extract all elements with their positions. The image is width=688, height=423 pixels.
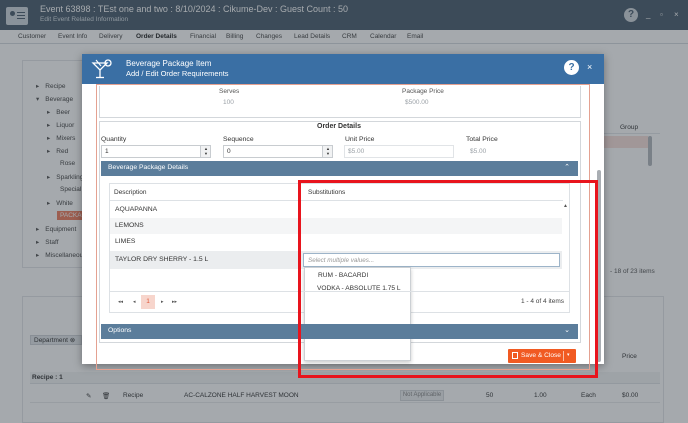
sequence-value[interactable]: 0: [227, 148, 231, 155]
col-description[interactable]: Description: [114, 189, 147, 196]
chevron-up-icon[interactable]: ⌃: [564, 163, 570, 171]
unit-price-label: Unit Price: [345, 136, 375, 143]
package-price-value: $500.00: [405, 99, 429, 106]
modal-header: Beverage Package Item Add / Edit Order R…: [82, 54, 604, 84]
modal-subtitle: Add / Edit Order Requirements: [126, 69, 229, 78]
last-page-icon[interactable]: ▸▸: [172, 299, 177, 305]
quantity-value[interactable]: 1: [105, 148, 109, 155]
next-page-icon[interactable]: ▸: [161, 299, 164, 305]
modal-title: Beverage Package Item: [126, 59, 212, 68]
highlight-box: [298, 180, 598, 378]
first-page-icon[interactable]: ◂◂: [118, 299, 123, 305]
unit-price-value: $5.00: [348, 148, 365, 155]
quantity-spin[interactable]: ▲ ▼: [200, 146, 210, 157]
package-price-label: Package Price: [402, 88, 444, 95]
total-price-label: Total Price: [466, 136, 498, 143]
current-page[interactable]: 1: [141, 295, 155, 309]
sequence-stepper[interactable]: 0 ▲ ▼: [223, 145, 333, 158]
total-price-field: $5.00: [466, 145, 576, 158]
modal-close-icon[interactable]: ×: [587, 62, 592, 72]
total-price-value: $5.00: [470, 148, 487, 155]
unit-price-field: $5.00: [344, 145, 454, 158]
beverage-package-details-header[interactable]: Beverage Package Details ⌃: [101, 161, 578, 176]
serves-label: Serves: [219, 88, 240, 95]
order-details-title: Order Details: [317, 123, 361, 130]
prev-page-icon[interactable]: ◂: [133, 299, 136, 305]
cocktail-icon: [91, 59, 112, 79]
quantity-stepper[interactable]: 1 ▲ ▼: [101, 145, 211, 158]
package-info-box: [99, 86, 581, 118]
serves-value: 100: [223, 99, 234, 106]
sequence-label: Sequence: [223, 136, 254, 143]
sequence-spin[interactable]: ▲ ▼: [322, 146, 332, 157]
modal-help-icon[interactable]: ?: [564, 60, 579, 75]
quantity-label: Quantity: [101, 136, 127, 143]
